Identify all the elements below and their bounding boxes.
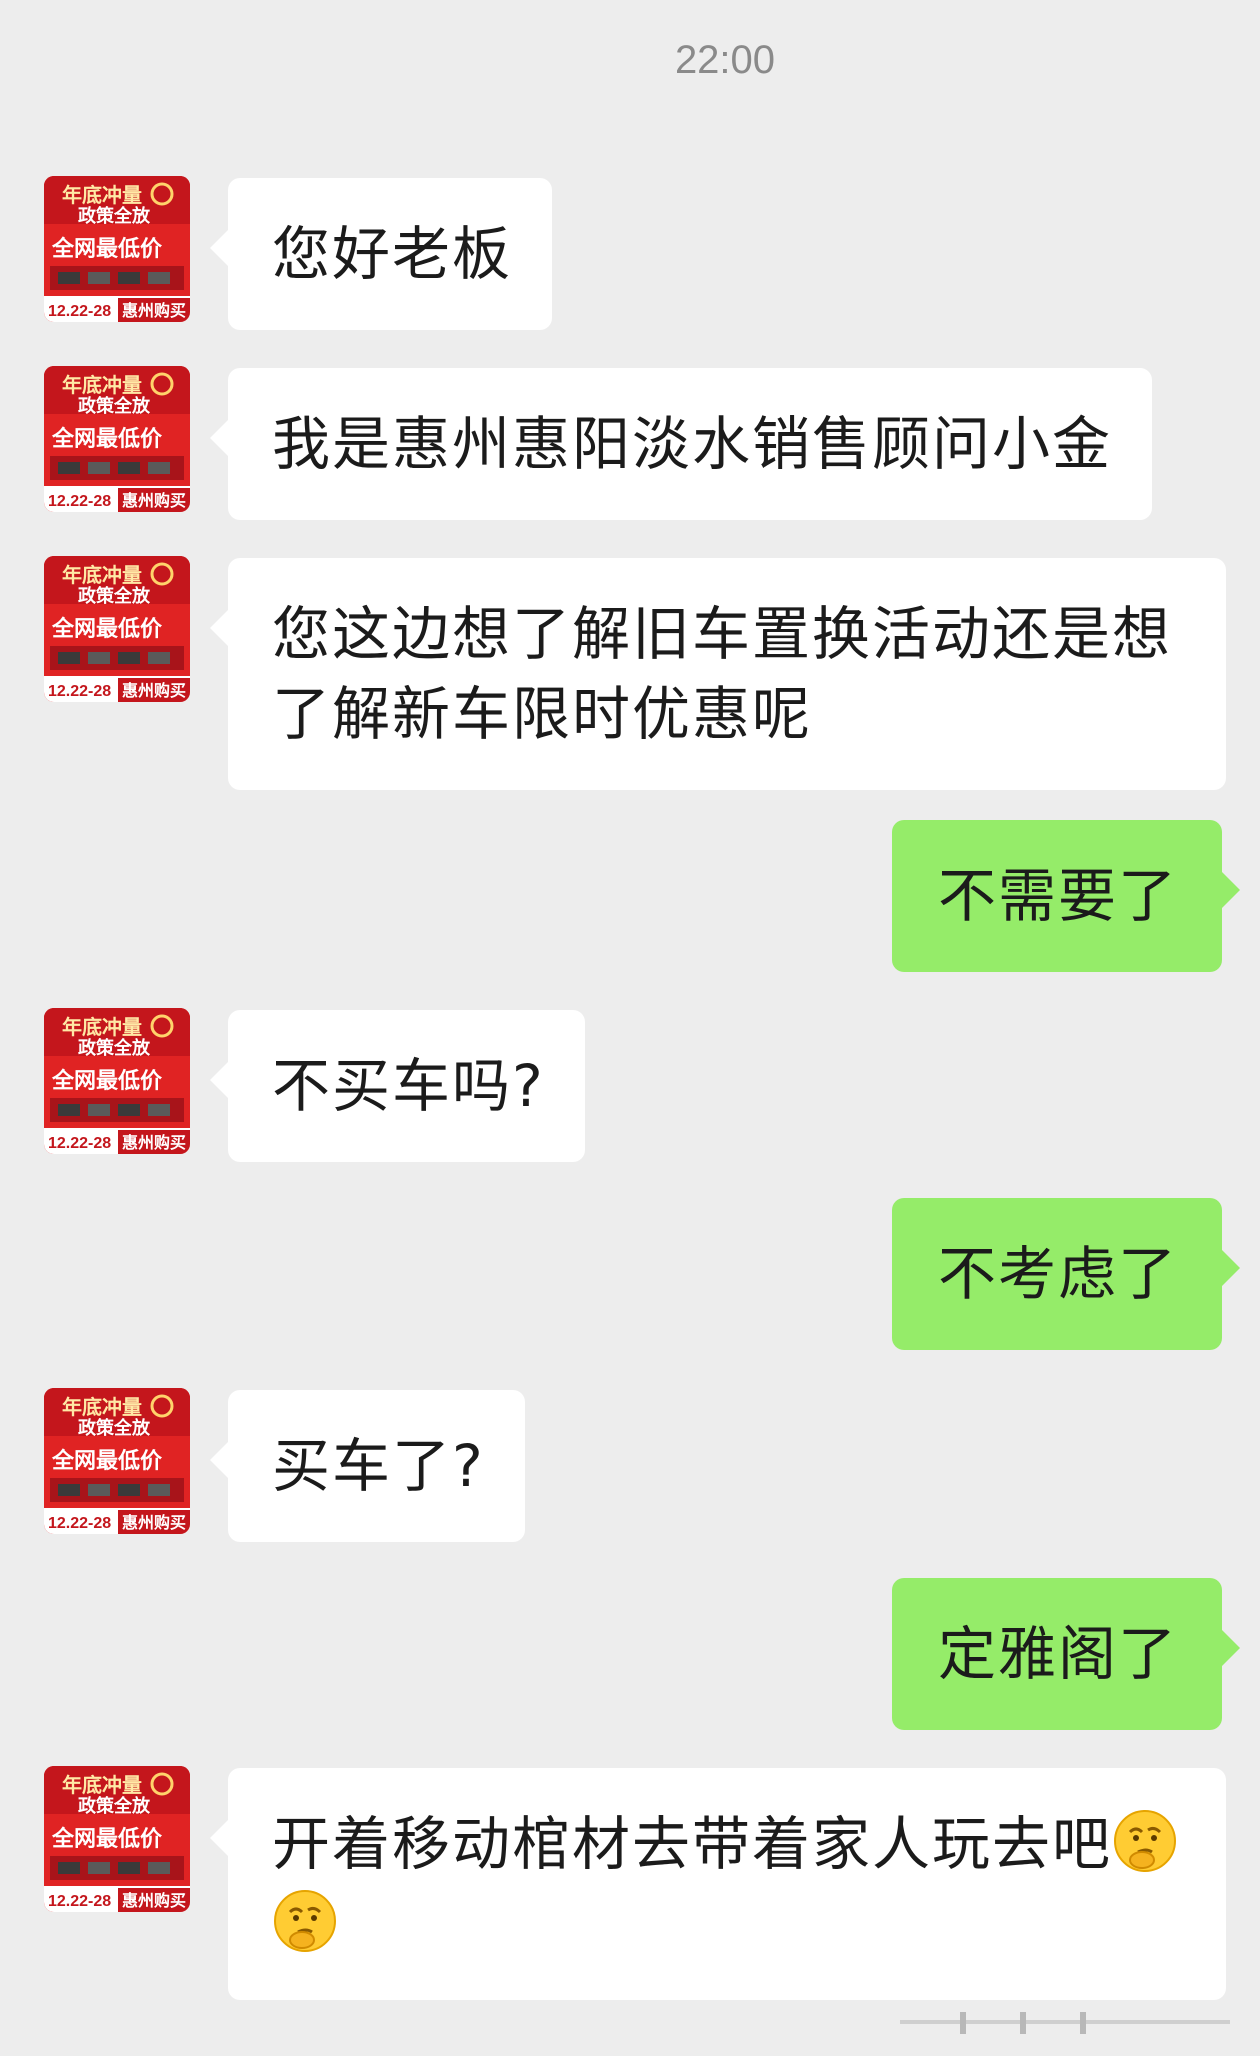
svg-text:年底冲量: 年底冲量	[62, 373, 142, 397]
svg-text:惠州购买: 惠州购买	[122, 1891, 186, 1910]
avatar-place: 惠州购买	[122, 301, 186, 320]
incoming-message-bubble[interactable]: 您这边想了解旧车置换活动还是想了解新车限时优惠呢	[210, 558, 1226, 790]
svg-text:全网最低价: 全网最低价	[51, 616, 163, 642]
avatar-line1: 年底冲量	[62, 183, 142, 207]
svg-text:全网最低价: 全网最低价	[51, 1068, 163, 1094]
svg-text:12.22-28: 12.22-28	[48, 683, 111, 700]
message-text: 不考虑了	[937, 1240, 1178, 1308]
avatar[interactable]: 年底冲量 政策全放 全网最低价 12.22-28 惠州购买	[44, 176, 190, 322]
avatar[interactable]: 年底冲量 政策全放 全网最低价 12.22-28 惠州购买	[44, 556, 190, 702]
message-timestamp: 22:00	[674, 38, 776, 82]
promo-avatar-image: 年底冲量 政策全放 全网最低价 12.22-28 惠州购买	[44, 556, 190, 702]
incoming-message-bubble[interactable]: 我是惠州惠阳淡水销售顾问小金	[209, 368, 1153, 520]
promo-avatar-image: 年底冲量 政策全放 全网最低价 12.22-28 惠州购买	[44, 176, 190, 322]
message-text: 定雅阁了	[937, 1620, 1178, 1688]
promo-avatar-image: 年底冲量 政策全放 全网最低价 12.22-28 惠州购买	[44, 1766, 190, 1912]
avatar[interactable]: 年底冲量 政策全放 全网最低价 12.22-28 惠州购买	[44, 366, 190, 512]
chat-window: 22:00 年底冲量 政策全放 全网最低价 12.22-28 惠州购买 您好老板…	[0, 0, 1260, 2056]
message-text: 我是惠州惠阳淡水销售顾问小金	[272, 410, 1113, 478]
incoming-message-bubble[interactable]: 您好老板	[209, 178, 553, 330]
promo-avatar-image: 年底冲量 政策全放 全网最低价 12.22-28 惠州购买	[44, 366, 190, 512]
svg-text:年底冲量: 年底冲量	[62, 1015, 142, 1039]
promo-avatar-image: 年底冲量 政策全放 全网最低价 12.22-28 惠州购买	[44, 1008, 190, 1154]
svg-text:政策全放: 政策全放	[78, 1795, 151, 1817]
message-text: 您这边想了解旧车置换活动还是想了解新车限时优惠呢	[272, 600, 1173, 748]
message-text: 不买车吗?	[272, 1052, 545, 1120]
svg-text:12.22-28: 12.22-28	[48, 1515, 111, 1532]
svg-text:全网最低价: 全网最低价	[51, 1448, 163, 1474]
avatar-line3: 全网最低价	[51, 236, 163, 262]
incoming-message-bubble[interactable]: 开着移动棺材去带着家人玩去吧	[210, 1768, 1226, 2000]
avatar-date: 12.22-28	[48, 303, 111, 320]
svg-text:12.22-28: 12.22-28	[48, 493, 111, 510]
avatar[interactable]: 年底冲量 政策全放 全网最低价 12.22-28 惠州购买	[44, 1008, 190, 1154]
svg-text:全网最低价: 全网最低价	[51, 426, 163, 452]
incoming-message-bubble[interactable]: 不买车吗?	[210, 1010, 585, 1162]
incoming-message-bubble[interactable]: 买车了?	[210, 1390, 525, 1542]
avatar-line2: 政策全放	[78, 205, 151, 227]
svg-text:政策全放: 政策全放	[78, 395, 151, 417]
watermark-image	[900, 2012, 1230, 2034]
outgoing-message-bubble[interactable]: 不考虑了	[891, 1198, 1241, 1350]
thinking-face-emoji	[274, 1890, 336, 1952]
message-text: 您好老板	[272, 220, 513, 288]
svg-text:年底冲量: 年底冲量	[62, 563, 142, 587]
avatar[interactable]: 年底冲量 政策全放 全网最低价 12.22-28 惠州购买	[44, 1388, 190, 1534]
message-text: 不需要了	[937, 862, 1178, 930]
svg-text:政策全放: 政策全放	[78, 1037, 151, 1059]
promo-avatar-image: 年底冲量 政策全放 全网最低价 12.22-28 惠州购买	[44, 1388, 190, 1534]
svg-text:惠州购买: 惠州购买	[122, 681, 186, 700]
svg-text:12.22-28: 12.22-28	[48, 1893, 111, 1910]
message-text: 开着移动棺材去带着家人玩去吧	[272, 1810, 1113, 1878]
svg-text:全网最低价: 全网最低价	[51, 1826, 163, 1852]
svg-text:年底冲量: 年底冲量	[62, 1395, 142, 1419]
svg-text:惠州购买: 惠州购买	[122, 1513, 186, 1532]
thinking-face-emoji	[1114, 1810, 1177, 1872]
svg-text:政策全放: 政策全放	[78, 585, 151, 607]
svg-text:政策全放: 政策全放	[78, 1417, 151, 1439]
outgoing-message-bubble[interactable]: 定雅阁了	[891, 1578, 1241, 1730]
svg-text:惠州购买: 惠州购买	[122, 1133, 186, 1152]
svg-text:12.22-28: 12.22-28	[48, 1135, 111, 1152]
svg-text:惠州购买: 惠州购买	[122, 491, 186, 510]
avatar[interactable]: 年底冲量 政策全放 全网最低价 12.22-28 惠州购买	[44, 1766, 190, 1912]
message-text: 买车了?	[272, 1432, 485, 1500]
svg-text:年底冲量: 年底冲量	[62, 1773, 142, 1797]
outgoing-message-bubble[interactable]: 不需要了	[891, 820, 1241, 972]
